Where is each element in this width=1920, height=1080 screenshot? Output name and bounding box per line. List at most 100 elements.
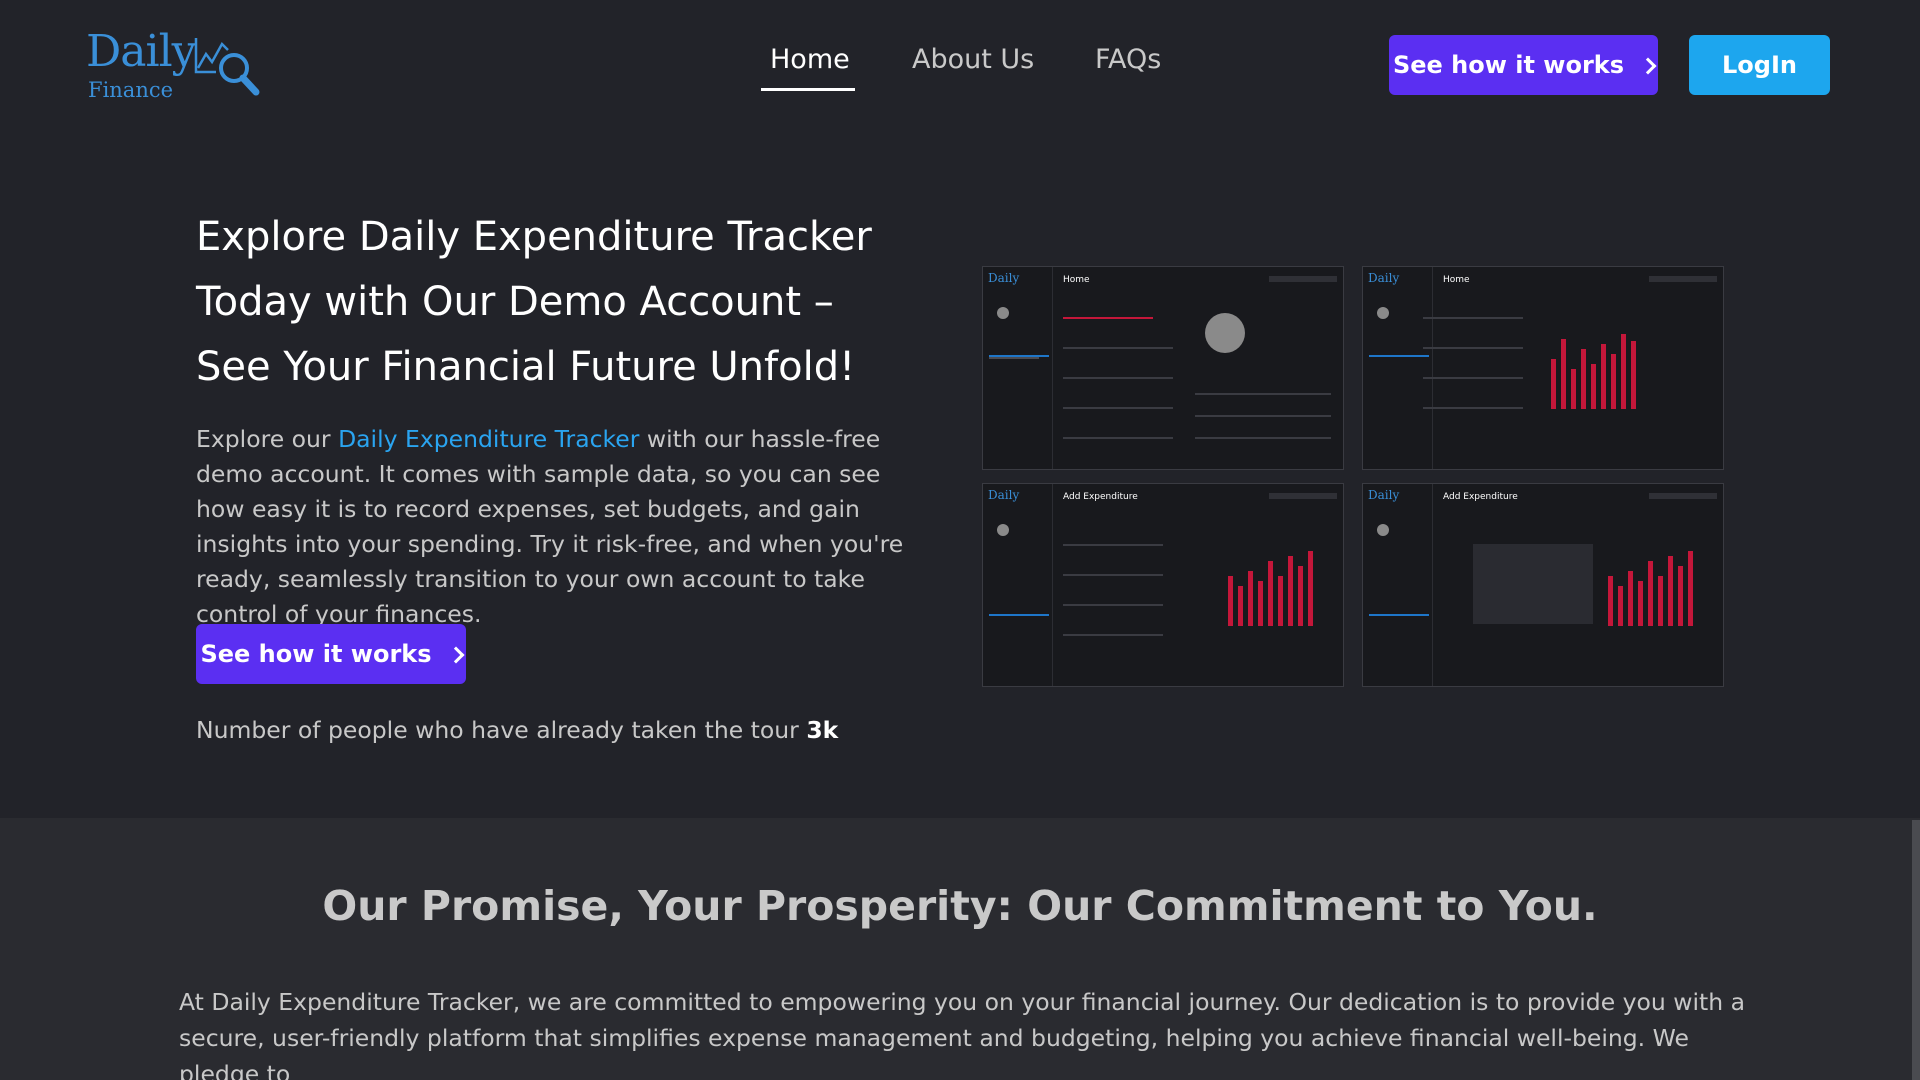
screenshot-nav-active <box>989 355 1049 357</box>
screenshot-row <box>1423 407 1523 409</box>
screenshot-row <box>1063 437 1173 439</box>
site-header: Daily Finance Home About Us FAQs See how… <box>0 0 1920 130</box>
screenshot-row <box>1063 604 1163 606</box>
avatar <box>1377 307 1389 319</box>
screenshot-row <box>1063 377 1173 379</box>
screenshot-row <box>1063 347 1173 349</box>
screenshot-add-expenditure: Daily Add Expenditure <box>982 483 1344 687</box>
hero-description: Explore our Daily Expenditure Tracker wi… <box>196 422 926 632</box>
hero-cta-label: See how it works <box>200 640 432 668</box>
screenshot-row <box>1063 407 1173 409</box>
screenshot-modal <box>1473 544 1593 624</box>
screenshot-row <box>1423 317 1523 319</box>
screenshot-logo: Daily <box>1368 488 1400 502</box>
login-button[interactable]: LogIn <box>1689 35 1830 95</box>
screenshot-bar <box>1228 576 1233 626</box>
nav-home[interactable]: Home <box>761 44 855 91</box>
hero-see-how-it-works-button[interactable]: See how it works <box>196 624 466 684</box>
screenshot-logo: Daily <box>988 488 1020 502</box>
screenshot-bar <box>1248 571 1253 626</box>
screenshot-nav-active <box>989 614 1049 616</box>
screenshot-row <box>1195 393 1331 395</box>
screenshot-sidebar: Daily <box>983 267 1053 469</box>
see-how-it-works-label: See how it works <box>1392 51 1625 79</box>
chart-magnifier-icon <box>194 38 260 96</box>
screenshot-funds <box>1649 493 1717 499</box>
screenshot-bar <box>1631 341 1636 409</box>
hero-text-before: Explore our <box>196 425 339 453</box>
see-how-it-works-button[interactable]: See how it works <box>1389 35 1658 95</box>
avatar <box>997 307 1009 319</box>
nav-active-underline <box>761 88 855 91</box>
avatar <box>997 524 1009 536</box>
screenshot-bar <box>1298 566 1303 626</box>
screenshot-bar <box>1561 339 1566 409</box>
screenshot-bar <box>1648 561 1653 626</box>
screenshot-row <box>1063 634 1163 636</box>
screenshot-bar <box>1551 359 1556 409</box>
screenshot-sidebar: Daily <box>983 484 1053 686</box>
tour-count: 3k <box>806 716 839 744</box>
avatar <box>1205 313 1245 353</box>
screenshot-bar <box>1678 566 1683 626</box>
screenshot-title: Add Expenditure <box>1443 492 1518 502</box>
screenshot-bar <box>1688 551 1693 626</box>
screenshot-row <box>1423 377 1523 379</box>
promise-section: Our Promise, Your Prosperity: Our Commit… <box>0 818 1920 1080</box>
screenshot-bar <box>1621 334 1626 409</box>
screenshot-sidebar: Daily <box>1363 267 1433 469</box>
promise-text: At Daily Expenditure Tracker, we are com… <box>179 988 1745 1080</box>
nav-home-label: Home <box>770 44 850 75</box>
screenshot-logo: Daily <box>988 271 1020 285</box>
tracker-link[interactable]: Daily Expenditure Tracker <box>338 425 639 453</box>
screenshot-nav-active <box>1369 614 1429 616</box>
nav-about-us[interactable]: About Us <box>912 44 1034 75</box>
page-scrollbar[interactable] <box>1912 820 1920 1080</box>
screenshot-bar <box>1268 561 1273 626</box>
hero-title: Explore Daily Expenditure Tracker Today … <box>196 214 872 390</box>
screenshot-title: Add Expenditure <box>1063 492 1138 502</box>
screenshot-bar <box>1668 556 1673 626</box>
chevron-right-icon <box>447 646 465 663</box>
screenshot-bar <box>1628 571 1633 626</box>
screenshot-bar <box>1238 586 1243 626</box>
screenshot-bar <box>1288 556 1293 626</box>
screenshot-home: Daily Home <box>982 266 1344 470</box>
screenshot-title: Home <box>1063 275 1090 285</box>
screenshot-row <box>1195 415 1331 417</box>
screenshot-logo: Daily <box>1368 271 1400 285</box>
tour-text-label: Number of people who have already taken … <box>196 716 799 744</box>
screenshot-bar <box>1308 551 1313 626</box>
logo-word-daily: Daily <box>86 26 197 77</box>
screenshot-bar <box>1638 581 1643 626</box>
screenshot-update-expense: Daily Add Expenditure <box>1362 483 1724 687</box>
screenshot-bar <box>1611 354 1616 409</box>
avatar <box>1377 524 1389 536</box>
screenshot-funds <box>1269 493 1337 499</box>
screenshot-bar <box>1581 349 1586 409</box>
screenshot-bar <box>1571 369 1576 409</box>
promise-title: Our Promise, Your Prosperity: Our Commit… <box>322 882 1598 930</box>
screenshot-row <box>1195 437 1331 439</box>
screenshot-row <box>1063 574 1163 576</box>
screenshot-sidebar: Daily <box>1363 484 1433 686</box>
hero-text-after: with our hassle-free demo account. It co… <box>196 425 904 628</box>
chevron-right-icon <box>1639 57 1657 74</box>
screenshot-bar <box>1601 344 1606 409</box>
screenshot-bar <box>1591 364 1596 409</box>
tour-count-text: Number of people who have already taken … <box>196 716 838 744</box>
screenshot-funds <box>1649 276 1717 282</box>
nav-faqs[interactable]: FAQs <box>1095 44 1161 75</box>
screenshot-row <box>1423 347 1523 349</box>
screenshot-bar <box>1618 586 1623 626</box>
screenshot-title: Home <box>1443 275 1470 285</box>
screenshot-bar <box>1278 576 1283 626</box>
logo-word-finance: Finance <box>88 78 174 102</box>
screenshot-bar <box>1608 576 1613 626</box>
screenshot-bar <box>1258 581 1263 626</box>
screenshot-bar <box>1658 576 1663 626</box>
logo[interactable]: Daily Finance <box>86 26 266 106</box>
screenshot-row <box>1063 544 1163 546</box>
screenshot-red-line <box>1063 317 1153 319</box>
screenshot-nav-active <box>1369 355 1429 357</box>
